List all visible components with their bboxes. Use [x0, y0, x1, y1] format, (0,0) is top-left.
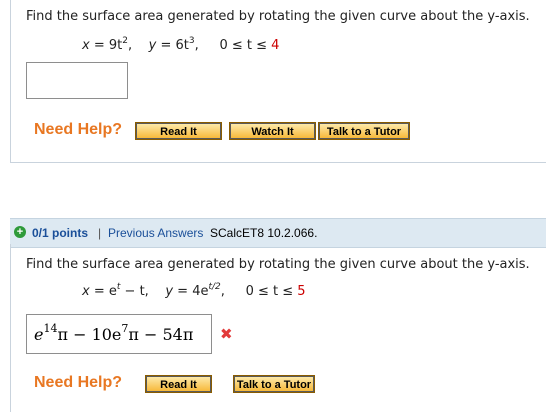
answer-input[interactable] — [26, 62, 128, 99]
question-text: Find the surface area generated by rotat… — [26, 9, 530, 24]
x-equation: = 9t — [93, 38, 123, 53]
question-text: Find the surface area generated by rotat… — [26, 257, 530, 272]
range-end: 4 — [271, 38, 280, 53]
submitted-answer[interactable]: e14π − 10e7π − 54π — [26, 314, 212, 354]
header-separator: | — [98, 226, 102, 240]
curve-equations: x = et − t, y = 4et/2, 0 ≤ t ≤ 5 — [82, 282, 306, 300]
curve-equations: x = 9t2, y = 6t3, 0 ≤ t ≤ 4 — [82, 36, 280, 54]
x-equation-tail: − t, — [120, 284, 149, 299]
read-it-button[interactable]: Read It — [145, 375, 212, 393]
x-exponent: 2 — [122, 36, 128, 46]
y-equation: = 6t — [160, 38, 189, 53]
read-it-button[interactable]: Read It — [135, 122, 222, 140]
range-end: 5 — [297, 284, 306, 299]
range-text: 0 ≤ t ≤ — [219, 38, 272, 53]
y-equation-tail: , — [220, 284, 225, 299]
range-text: 0 ≤ t ≤ — [245, 284, 298, 299]
answer-term-2: π − 54π — [128, 325, 194, 344]
incorrect-icon: ✖ — [220, 325, 233, 343]
x-variable: x — [82, 284, 90, 299]
talk-to-tutor-button[interactable]: Talk to a Tutor — [318, 122, 410, 140]
watch-it-button[interactable]: Watch It — [229, 122, 316, 140]
x-variable: x — [82, 38, 90, 53]
y-variable: y — [148, 38, 157, 53]
answer-term-1: π − 10e — [57, 325, 122, 344]
problem-1-panel: Find the surface area generated by rotat… — [10, 0, 546, 163]
need-help-label: Need Help? — [34, 374, 123, 391]
problem-reference: SCalcET8 10.2.066. — [210, 226, 318, 240]
points-score: 0/1 points — [32, 226, 89, 240]
talk-to-tutor-button[interactable]: Talk to a Tutor — [233, 375, 315, 393]
previous-answers-link[interactable]: Previous Answers — [108, 226, 203, 240]
y-equation: = 4e — [177, 284, 209, 299]
plus-icon[interactable]: + — [14, 226, 26, 238]
answer-exponent-1: 14 — [43, 322, 58, 335]
y-exponent: 3 — [188, 36, 195, 46]
y-variable: y — [165, 284, 174, 299]
need-help-label: Need Help? — [34, 121, 123, 138]
x-equation: = e — [93, 284, 117, 299]
problem-2-panel: Find the surface area generated by rotat… — [10, 244, 546, 412]
y-exponent: t/2 — [208, 282, 221, 292]
